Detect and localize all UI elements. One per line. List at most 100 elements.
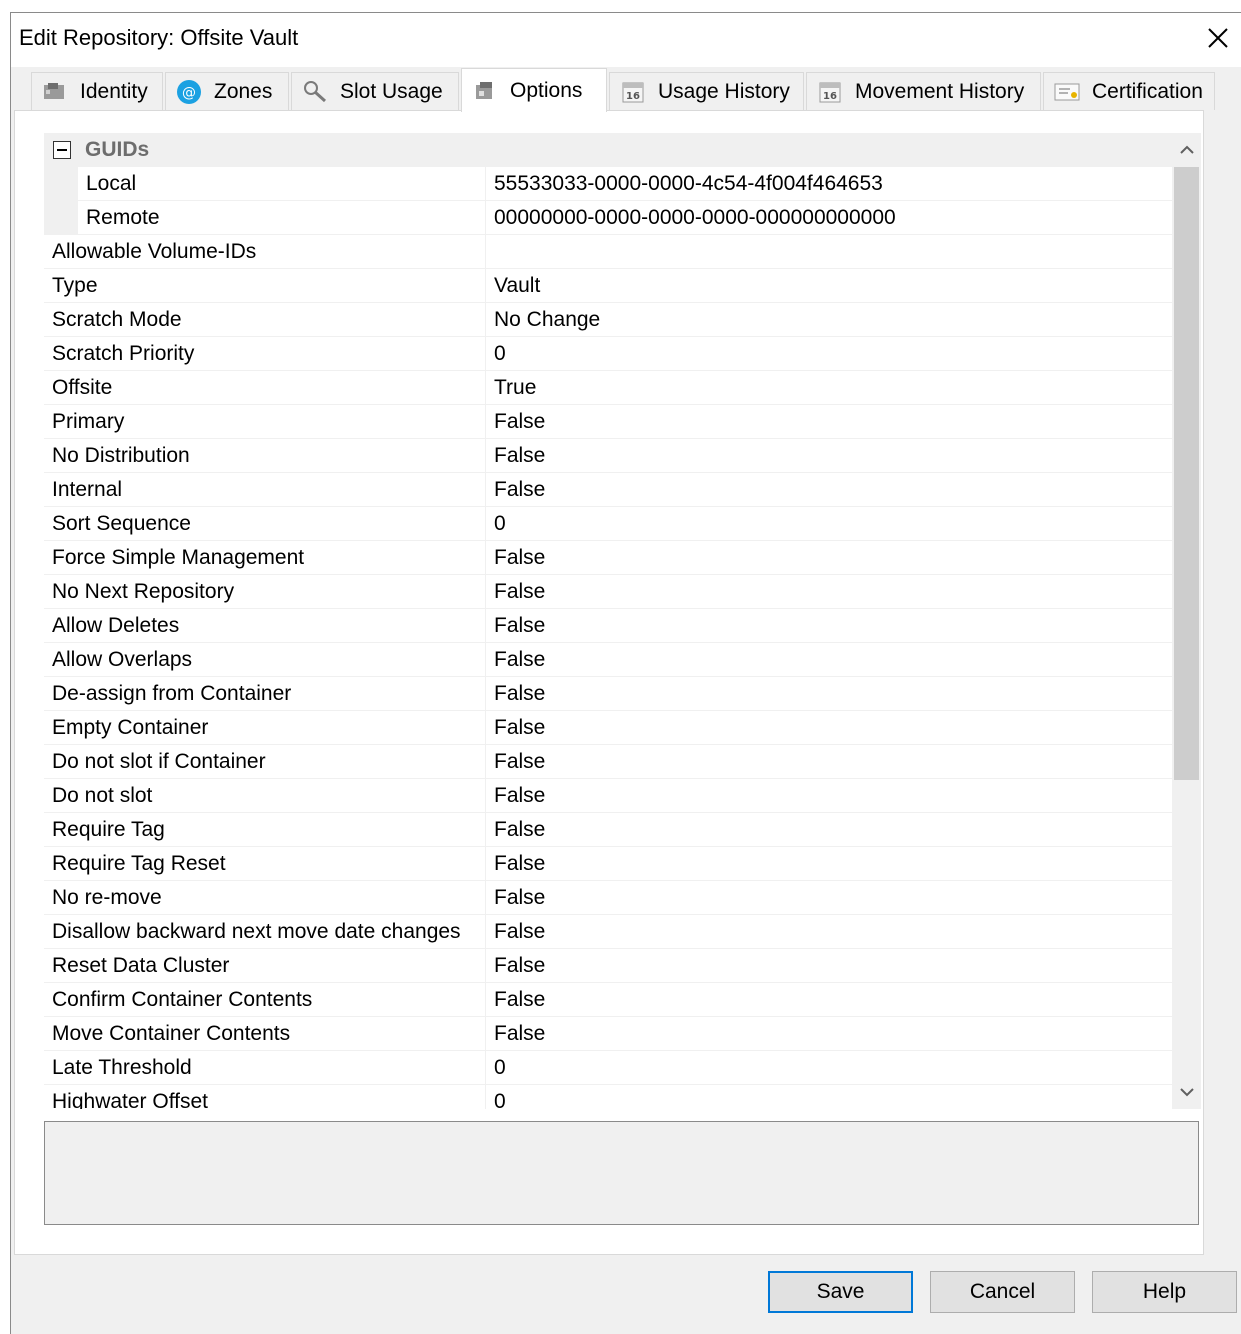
vertical-scrollbar[interactable] — [1172, 133, 1201, 1109]
property-row[interactable]: Allow Deletes False — [44, 609, 1172, 643]
category-guids[interactable]: GUIDs — [44, 133, 1172, 167]
property-row[interactable]: No Next Repository False — [44, 575, 1172, 609]
property-name: Primary — [44, 405, 486, 439]
property-row[interactable]: Empty Container False — [44, 711, 1172, 745]
property-value[interactable]: Vault — [486, 269, 1172, 303]
calendar-icon: 16 — [817, 79, 843, 105]
window-title: Edit Repository: Offsite Vault — [19, 25, 299, 50]
property-row[interactable]: Highwater Offset 0 — [44, 1085, 1172, 1109]
property-row[interactable]: No re-move False — [44, 881, 1172, 915]
property-value[interactable]: False — [486, 779, 1172, 813]
property-value[interactable]: False — [486, 813, 1172, 847]
property-row[interactable]: Disallow backward next move date changes… — [44, 915, 1172, 949]
property-name-text: Local — [86, 171, 137, 195]
property-value[interactable]: 55533033-0000-0000-4c54-4f004f464653 — [486, 167, 1172, 201]
property-value[interactable]: False — [486, 915, 1172, 949]
property-value[interactable]: False — [486, 1017, 1172, 1051]
property-row[interactable]: Internal False — [44, 473, 1172, 507]
property-name: Remote — [78, 201, 486, 235]
property-value[interactable]: False — [486, 643, 1172, 677]
property-name: Force Simple Management — [44, 541, 486, 575]
tab-options[interactable]: Options — [461, 68, 607, 112]
property-row[interactable]: De-assign from Container False — [44, 677, 1172, 711]
property-value[interactable]: False — [486, 711, 1172, 745]
property-value[interactable]: False — [486, 881, 1172, 915]
tab-label: Identity — [80, 79, 148, 103]
property-row[interactable]: Move Container Contents False — [44, 1017, 1172, 1051]
property-row[interactable]: No Distribution False — [44, 439, 1172, 473]
svg-text:16: 16 — [823, 91, 837, 102]
cancel-button[interactable]: Cancel — [930, 1271, 1075, 1313]
property-row[interactable]: Do not slot if Container False — [44, 745, 1172, 779]
property-name: Require Tag Reset — [44, 847, 486, 881]
property-row[interactable]: Sort Sequence 0 — [44, 507, 1172, 541]
property-value[interactable]: 0 — [486, 1085, 1172, 1110]
certificate-icon — [1054, 79, 1080, 105]
tab-label: Certification — [1092, 79, 1203, 103]
property-row[interactable]: Force Simple Management False — [44, 541, 1172, 575]
property-row[interactable]: Primary False — [44, 405, 1172, 439]
property-name: No Next Repository — [44, 575, 486, 609]
property-rows: Allowable Volume-IDs Type Vault Scratch Mod… — [44, 235, 1172, 1109]
tab-slot-usage[interactable]: Slot Usage — [291, 72, 459, 110]
property-row[interactable]: Require Tag Reset False — [44, 847, 1172, 881]
property-value[interactable]: False — [486, 439, 1172, 473]
property-name-text: Remote — [86, 205, 160, 229]
help-button[interactable]: Help — [1092, 1271, 1237, 1313]
scroll-thumb[interactable] — [1174, 167, 1199, 780]
property-row[interactable]: Do not slot False — [44, 779, 1172, 813]
property-row[interactable]: Reset Data Cluster False — [44, 949, 1172, 983]
property-value[interactable]: True — [486, 371, 1172, 405]
property-value[interactable]: False — [486, 949, 1172, 983]
property-row[interactable]: Scratch Priority 0 — [44, 337, 1172, 371]
property-value[interactable]: False — [486, 677, 1172, 711]
property-row[interactable]: Confirm Container Contents False — [44, 983, 1172, 1017]
property-row-local[interactable]: Local 55533033-0000-0000-4c54-4f004f4646… — [44, 167, 1172, 201]
save-button[interactable]: Save — [768, 1271, 913, 1313]
property-name: Allow Deletes — [44, 609, 486, 643]
property-value[interactable]: No Change — [486, 303, 1172, 337]
tab-usage-history[interactable]: 16 Usage History — [609, 72, 804, 110]
property-name: Allow Overlaps — [44, 643, 486, 677]
identity-icon — [42, 79, 68, 105]
tab-identity[interactable]: Identity — [31, 72, 163, 110]
property-row[interactable]: Offsite True — [44, 371, 1172, 405]
close-button[interactable] — [1203, 23, 1233, 53]
scroll-down-button[interactable] — [1172, 1075, 1201, 1109]
property-name: Type — [44, 269, 486, 303]
property-name: Allowable Volume-IDs — [44, 235, 486, 269]
property-value[interactable]: 0 — [486, 507, 1172, 541]
svg-text:16: 16 — [626, 91, 640, 102]
property-name: No re-move — [44, 881, 486, 915]
property-value[interactable]: False — [486, 745, 1172, 779]
property-value[interactable]: False — [486, 983, 1172, 1017]
property-name: Move Container Contents — [44, 1017, 486, 1051]
tab-movement-history[interactable]: 16 Movement History — [806, 72, 1041, 110]
property-name: Do not slot — [44, 779, 486, 813]
property-value[interactable]: False — [486, 473, 1172, 507]
property-value[interactable]: False — [486, 847, 1172, 881]
property-value[interactable]: 0 — [486, 337, 1172, 371]
property-value[interactable]: False — [486, 609, 1172, 643]
collapse-minus-icon[interactable] — [53, 141, 71, 159]
property-name: De-assign from Container — [44, 677, 486, 711]
property-row[interactable]: Allowable Volume-IDs — [44, 235, 1172, 269]
tab-zones[interactable]: @ Zones — [165, 72, 289, 110]
property-value[interactable]: 0 — [486, 1051, 1172, 1085]
property-value[interactable]: 00000000-0000-0000-0000-000000000000 — [486, 201, 1172, 235]
property-value[interactable]: False — [486, 541, 1172, 575]
property-name: Do not slot if Container — [44, 745, 486, 779]
property-value[interactable] — [486, 235, 1172, 269]
property-row[interactable]: Type Vault — [44, 269, 1172, 303]
scroll-up-button[interactable] — [1172, 133, 1201, 167]
property-row-remote[interactable]: Remote 00000000-0000-0000-0000-000000000… — [44, 201, 1172, 235]
property-value[interactable]: False — [486, 575, 1172, 609]
property-value[interactable]: False — [486, 405, 1172, 439]
tab-certification[interactable]: Certification — [1043, 72, 1215, 110]
property-row[interactable]: Scratch Mode No Change — [44, 303, 1172, 337]
property-row[interactable]: Late Threshold 0 — [44, 1051, 1172, 1085]
property-row[interactable]: Require Tag False — [44, 813, 1172, 847]
tab-strip: Identity @ Zones Slot Usage Options 16 U… — [16, 68, 1215, 112]
tab-label: Options — [510, 78, 583, 102]
property-row[interactable]: Allow Overlaps False — [44, 643, 1172, 677]
